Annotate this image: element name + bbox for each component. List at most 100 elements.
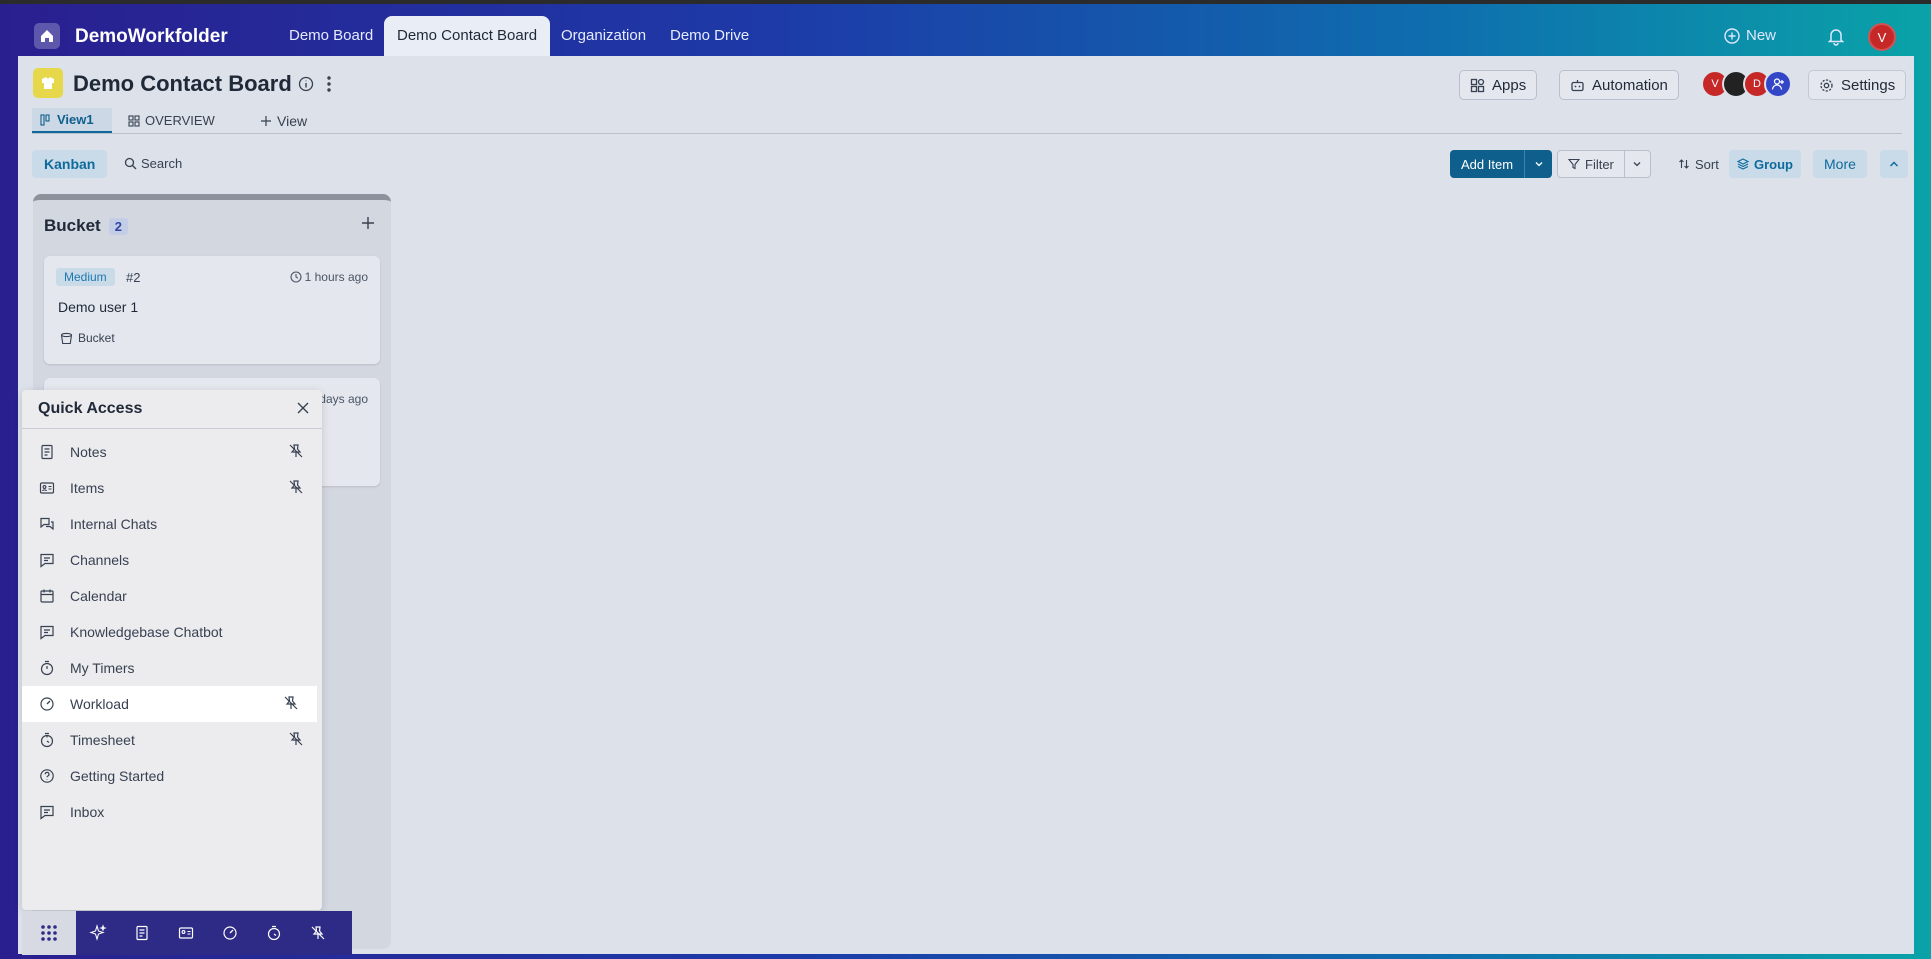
unpin-icon[interactable] bbox=[288, 731, 304, 750]
filter-button[interactable]: Filter bbox=[1557, 150, 1651, 178]
chatbot-icon bbox=[38, 623, 56, 641]
board-members[interactable]: V D bbox=[1701, 70, 1792, 98]
clock-icon bbox=[290, 271, 302, 283]
stopwatch-icon bbox=[38, 731, 56, 749]
group-button[interactable]: Group bbox=[1729, 150, 1801, 178]
sort-label: Sort bbox=[1695, 156, 1719, 172]
quick-access-item-label: Knowledgebase Chatbot bbox=[70, 624, 223, 640]
help-circle-icon bbox=[38, 767, 56, 785]
timer-icon bbox=[38, 659, 56, 677]
apps-label: Apps bbox=[1492, 76, 1527, 94]
tab-view1-label: View1 bbox=[57, 112, 94, 127]
column-count-badge: 2 bbox=[108, 217, 128, 235]
more-button[interactable]: More bbox=[1813, 150, 1867, 178]
sort-icon bbox=[1679, 159, 1689, 169]
quick-access-item-label: My Timers bbox=[70, 660, 135, 676]
quick-access-item-label: Notes bbox=[70, 444, 107, 460]
bell-icon[interactable] bbox=[1826, 26, 1846, 51]
plus-icon bbox=[261, 115, 271, 126]
board-icon bbox=[33, 68, 63, 98]
id-card-icon bbox=[38, 479, 56, 497]
top-navigation: DemoWorkfolder Demo Board Demo Contact B… bbox=[0, 4, 1931, 56]
add-item-button[interactable]: Add Item bbox=[1450, 150, 1553, 178]
quick-access-item-getting-started[interactable]: Getting Started bbox=[22, 758, 322, 794]
kanban-icon bbox=[40, 113, 50, 126]
card-group-label: Bucket bbox=[78, 331, 115, 345]
unpin-icon[interactable] bbox=[283, 695, 299, 714]
layers-icon bbox=[1737, 158, 1749, 170]
quick-access-dock bbox=[76, 911, 352, 955]
quick-access-item-label: Internal Chats bbox=[70, 516, 158, 532]
quick-access-title: Quick Access bbox=[38, 400, 143, 417]
tab-view1[interactable]: View1 bbox=[32, 108, 112, 133]
quick-access-item-calendar[interactable]: Calendar bbox=[22, 578, 322, 614]
add-view-button[interactable]: View bbox=[252, 108, 315, 133]
nav-tab-demo-drive[interactable]: Demo Drive bbox=[670, 27, 749, 44]
quick-access-list: Notes Items Internal Chats Channels Cale… bbox=[22, 434, 322, 830]
notes-icon[interactable] bbox=[120, 911, 164, 955]
card-title: Demo user 1 bbox=[58, 299, 139, 315]
close-icon[interactable] bbox=[296, 401, 310, 420]
inbox-icon bbox=[38, 803, 56, 821]
quick-access-item-label: Getting Started bbox=[70, 768, 165, 784]
card-timestamp: 1 hours ago bbox=[290, 270, 368, 284]
quick-access-panel: Quick Access Notes Items Internal Chats … bbox=[22, 390, 322, 910]
info-icon[interactable] bbox=[298, 76, 314, 97]
quick-access-item-items[interactable]: Items bbox=[22, 470, 322, 506]
quick-access-item-notes[interactable]: Notes bbox=[22, 434, 322, 470]
filter-icon bbox=[1568, 158, 1580, 170]
automation-button[interactable]: Automation bbox=[1559, 70, 1679, 100]
chevron-down-icon[interactable] bbox=[1524, 150, 1552, 178]
quick-access-item-inbox[interactable]: Inbox bbox=[22, 794, 322, 830]
kanban-view-button[interactable]: Kanban bbox=[32, 150, 108, 178]
notes-icon bbox=[38, 443, 56, 461]
chats-icon bbox=[38, 515, 56, 533]
unpin-icon[interactable] bbox=[296, 911, 340, 955]
quick-access-item-timesheet[interactable]: Timesheet bbox=[22, 722, 322, 758]
chevron-up-icon[interactable] bbox=[1880, 150, 1908, 178]
bucket-icon bbox=[60, 332, 73, 344]
kanban-card[interactable]: Medium #2 1 hours ago Demo user 1 Bucket bbox=[44, 256, 380, 364]
apps-grid-icon[interactable] bbox=[22, 911, 76, 955]
quick-access-item-label: Inbox bbox=[70, 804, 105, 820]
nav-tab-demo-board[interactable]: Demo Board bbox=[289, 27, 373, 44]
plus-circle-icon bbox=[1724, 27, 1740, 44]
gear-icon bbox=[1820, 78, 1833, 92]
card-timestamp: days ago bbox=[319, 392, 368, 406]
gauge-icon[interactable] bbox=[208, 911, 252, 955]
user-avatar[interactable]: V bbox=[1868, 23, 1896, 51]
group-label: Group bbox=[1754, 156, 1793, 172]
quick-access-item-internal-chats[interactable]: Internal Chats bbox=[22, 506, 322, 542]
settings-button[interactable]: Settings bbox=[1808, 70, 1907, 100]
unpin-icon[interactable] bbox=[288, 479, 304, 498]
gauge-icon bbox=[38, 695, 56, 713]
sort-button[interactable]: Sort bbox=[1672, 150, 1725, 178]
robot-icon bbox=[1571, 79, 1584, 91]
chevron-down-icon[interactable] bbox=[1623, 151, 1650, 177]
quick-access-item-label: Workload bbox=[70, 696, 129, 712]
add-card-icon[interactable] bbox=[361, 216, 375, 235]
quick-access-item-workload[interactable]: Workload bbox=[22, 686, 317, 722]
search-button[interactable]: Search bbox=[124, 156, 182, 171]
quick-access-item-label: Timesheet bbox=[70, 732, 135, 748]
new-button[interactable]: New bbox=[1724, 27, 1776, 44]
home-icon[interactable] bbox=[34, 23, 60, 49]
nav-tab-organization[interactable]: Organization bbox=[561, 27, 646, 44]
unpin-icon[interactable] bbox=[288, 443, 304, 462]
grid-icon bbox=[128, 114, 140, 127]
quick-access-item-channels[interactable]: Channels bbox=[22, 542, 322, 578]
quick-access-item-knowledgebase-chatbot[interactable]: Knowledgebase Chatbot bbox=[22, 614, 322, 650]
more-vertical-icon[interactable] bbox=[325, 74, 333, 99]
sparkles-icon[interactable] bbox=[76, 911, 120, 955]
stopwatch-icon[interactable] bbox=[252, 911, 296, 955]
add-member-icon[interactable] bbox=[1764, 70, 1792, 98]
id-card-icon[interactable] bbox=[164, 911, 208, 955]
apps-button[interactable]: Apps bbox=[1459, 70, 1538, 100]
settings-label: Settings bbox=[1841, 76, 1896, 94]
apps-icon bbox=[1470, 78, 1485, 92]
workspace-brand[interactable]: DemoWorkfolder bbox=[75, 26, 228, 48]
tab-overview[interactable]: OVERVIEW bbox=[120, 108, 223, 133]
tab-overview-label: OVERVIEW bbox=[145, 113, 215, 128]
quick-access-item-my-timers[interactable]: My Timers bbox=[22, 650, 322, 686]
nav-tab-demo-contact-board[interactable]: Demo Contact Board bbox=[384, 16, 551, 56]
